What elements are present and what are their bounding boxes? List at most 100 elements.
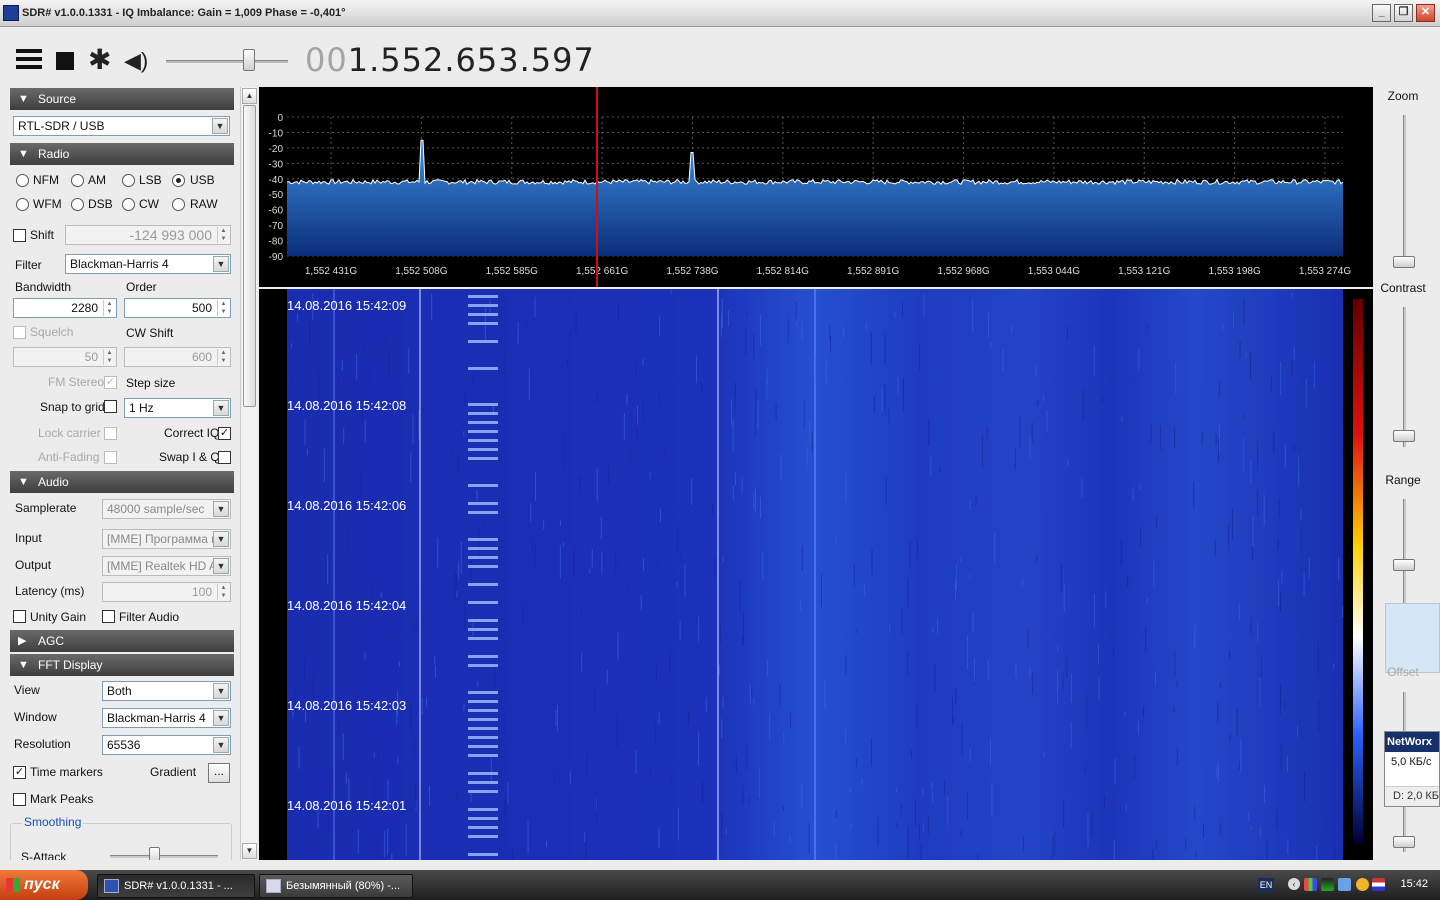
waterfall-noise-streak [820,574,822,608]
sattack-slider-track[interactable] [110,855,218,858]
signal-icon[interactable] [1321,878,1334,891]
audio-header[interactable]: ▼ Audio [10,471,234,493]
frequency-display[interactable]: 001.552.653.597 [305,41,595,79]
correctiq-checkbox[interactable]: ✓ [218,427,231,440]
zoom-slider-track[interactable] [1403,115,1406,267]
networx-widget[interactable]: NetWorx 5,0 КБ/с D: 2,0 КБ [1384,731,1440,807]
waterfall-noise-streak [1029,435,1031,459]
contrast-slider-thumb[interactable] [1393,430,1415,442]
waterfall-noise-streak [986,426,988,439]
mode-radio-nfm[interactable] [16,174,29,187]
unitygain-checkbox[interactable] [13,610,26,623]
start-button[interactable]: пуск [0,870,88,900]
waterfall-noise-streak [932,626,934,633]
scroll-up-icon[interactable]: ▲ [242,88,257,104]
clock[interactable]: 15:42 [1400,878,1428,890]
squelch-input[interactable]: 50 ▲ ▼ [13,347,117,367]
stepsize-select[interactable]: 1 Hz ▼ [124,398,231,418]
mode-radio-raw[interactable] [172,198,185,211]
waterfall-noise-streak [741,477,743,495]
mode-radio-usb[interactable] [172,174,185,187]
input-device-select[interactable]: [MME] Программа пе ▼ [102,529,231,549]
filteraudio-checkbox[interactable] [102,610,115,623]
waterfall-noise-streak [504,710,506,738]
taskbar-item-paint[interactable]: Безымянный (80%) -... [259,874,413,898]
resolution-select[interactable]: 65536 ▼ [102,735,231,755]
range-slider-thumb[interactable] [1393,559,1415,571]
waterfall-noise-streak [1155,838,1157,850]
collapse-icon: ▼ [18,93,29,105]
chevron-down-icon: ▼ [213,501,229,517]
antifading-checkbox[interactable] [104,451,117,464]
language-indicator[interactable]: EN [1258,878,1274,892]
waterfall-noise-streak [1263,494,1265,526]
left-panel: ▼ Source RTL-SDR / USB ▼ ▼ Radio NFM AM LSB… [10,87,236,860]
minimize-button[interactable]: _ [1372,4,1391,22]
latency-input[interactable]: 100 ▲ ▼ [102,582,231,602]
source-select[interactable]: RTL-SDR / USB ▼ [13,116,230,136]
waterfall-noise-streak [900,804,902,817]
filter-select[interactable]: Blackman-Harris 4 ▼ [65,254,231,274]
window-select[interactable]: Blackman-Harris 4 ▼ [102,708,231,728]
volume-slider-thumb[interactable] [243,49,255,71]
menu-icon[interactable] [16,49,42,73]
volume-slider-track[interactable] [166,60,288,63]
range-slider-track[interactable] [1403,499,1406,609]
source-header[interactable]: ▼ Source [10,88,234,110]
tray-expand-icon[interactable]: ‹ [1288,878,1300,890]
mode-radio-am[interactable] [71,174,84,187]
mode-radio-cw[interactable] [122,198,135,211]
waterfall-noise-streak [1318,700,1320,733]
markpeaks-checkbox[interactable] [13,793,26,806]
app-tray-icon[interactable] [1356,878,1369,891]
waterfall-noise-streak [437,537,439,568]
fft-header[interactable]: ▼ FFT Display [10,654,234,676]
network-meter-icon[interactable] [1304,878,1317,891]
waterfall-noise-streak [1243,438,1245,472]
stop-icon[interactable] [56,52,74,70]
left-panel-scrollbar[interactable]: ▲ ▼ [240,87,257,860]
snap-checkbox[interactable] [104,400,117,413]
bandwidth-input[interactable]: 2280 ▲ ▼ [13,298,117,318]
samplerate-select[interactable]: 48000 sample/sec ▼ [102,499,231,519]
network-icon[interactable] [1338,878,1351,891]
spectrum-analyzer[interactable]: 0 -10 -20 -30 -40 -50 -60 -70 -80 -90 1,552 431G 1… [259,87,1373,287]
contrast-slider-track[interactable] [1403,307,1406,447]
gradient-button[interactable]: ... [208,763,230,783]
scroll-down-icon[interactable]: ▼ [242,843,257,859]
offset-slider-thumb[interactable] [1393,836,1415,848]
speaker-icon[interactable]: ◀) [124,49,150,73]
maximize-button[interactable]: ❐ [1394,4,1413,22]
waterfall-noise-streak [1250,352,1252,380]
fmstereo-checkbox[interactable]: ✓ [104,376,117,389]
gear-icon[interactable]: ✱ [88,46,114,74]
taskbar-item-sdrsharp[interactable]: SDR# v1.0.0.1331 - ... [97,874,255,898]
order-input[interactable]: 500 ▲ ▼ [124,298,231,318]
shift-checkbox[interactable] [13,229,26,242]
mode-radio-lsb[interactable] [122,174,135,187]
squelch-checkbox[interactable] [13,326,26,339]
waterfall-noise-streak [907,651,909,676]
swapiq-checkbox[interactable] [218,451,231,464]
lockcarrier-checkbox[interactable] [104,427,117,440]
close-button[interactable]: ✕ [1416,4,1435,22]
output-device-select[interactable]: [MME] Realtek HD Au ▼ [102,556,231,576]
waterfall-noise-streak [1280,684,1282,715]
scrollbar-thumb[interactable] [243,105,256,407]
cwshift-input[interactable]: 600 ▲ ▼ [124,347,231,367]
waterfall-noise-streak [873,396,875,412]
mode-radio-dsb[interactable] [71,198,84,211]
sattack-slider-thumb[interactable] [149,847,160,860]
mode-radio-wfm[interactable] [16,198,29,211]
flag-icon[interactable] [1372,878,1385,891]
shift-input[interactable]: -124 993 000 ▲ ▼ [65,225,231,245]
snap-label: Snap to grid [40,400,105,414]
zoom-slider-thumb[interactable] [1393,256,1415,268]
agc-header[interactable]: ▶ AGC [10,630,234,652]
view-select[interactable]: Both ▼ [102,681,231,701]
networx-rate: 5,0 КБ/с [1391,756,1432,768]
timemarkers-checkbox[interactable]: ✓ [13,766,26,779]
waterfall-display[interactable]: 14.08.2016 15:42:09 14.08.2016 15:42:08 14… [259,289,1373,860]
radio-header[interactable]: ▼ Radio [10,143,234,165]
waterfall-noise-streak [702,780,704,803]
